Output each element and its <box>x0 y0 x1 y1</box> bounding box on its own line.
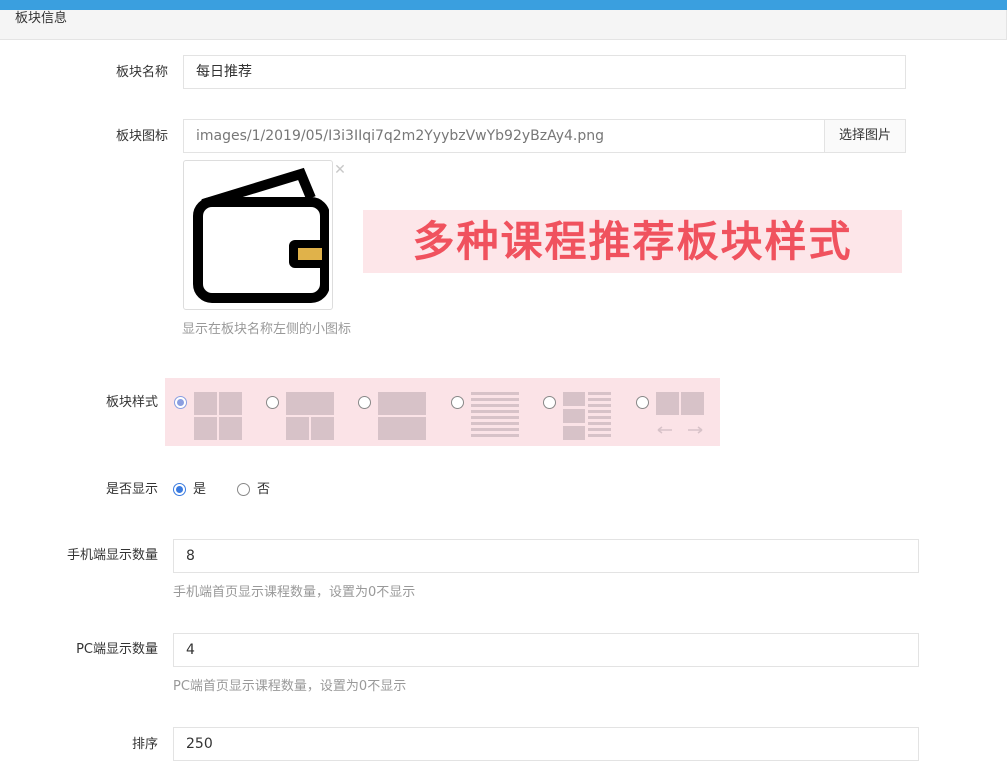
section-title: 板块信息 <box>15 11 68 26</box>
show-yes-label[interactable]: 是 <box>193 482 206 498</box>
sort-label: 排序 <box>131 737 158 752</box>
style-radio-4[interactable] <box>451 396 464 409</box>
style-option-grid-2x2[interactable] <box>165 378 257 446</box>
mobile-count-help: 手机端首页显示课程数量，设置为0不显示 <box>173 585 416 600</box>
select-image-button[interactable]: 选择图片 <box>824 119 906 153</box>
section-header: 板块信息 <box>0 10 1007 40</box>
pc-count-label: PC端显示数量 <box>76 642 158 657</box>
style-option-grid-with-list[interactable] <box>534 378 626 446</box>
icon-preview <box>183 160 333 310</box>
pc-count-help: PC端首页显示课程数量，设置为0不显示 <box>173 679 407 694</box>
layout-text-list-icon <box>471 392 521 442</box>
style-option-text-list[interactable] <box>442 378 534 446</box>
style-option-swipe-2[interactable] <box>627 378 719 446</box>
style-radio-6[interactable] <box>636 396 649 409</box>
show-label: 是否显示 <box>105 482 158 497</box>
show-yes-radio[interactable] <box>173 483 186 496</box>
pc-count-input[interactable]: 4 <box>173 633 919 667</box>
block-icon-help: 显示在板块名称左侧的小图标 <box>182 322 352 337</box>
block-name-input[interactable]: 每日推荐 <box>183 55 906 89</box>
mobile-count-label: 手机端显示数量 <box>66 548 158 563</box>
style-option-two-wide-rows[interactable] <box>349 378 441 446</box>
block-icon-path-input[interactable]: images/1/2019/05/I3i3IIqi7q2m2YyybzVwYb9… <box>183 119 825 153</box>
block-name-label: 板块名称 <box>115 65 168 80</box>
block-style-options <box>165 378 720 446</box>
show-no-radio[interactable] <box>237 483 250 496</box>
top-accent-bar <box>0 0 1007 10</box>
layout-swipe-2-icon <box>656 392 706 442</box>
block-style-label: 板块样式 <box>105 395 158 410</box>
swipe-arrows-icon <box>657 426 703 434</box>
style-radio-3[interactable] <box>358 396 371 409</box>
promo-banner-text: 多种课程推荐板块样式 <box>412 217 853 266</box>
style-radio-5[interactable] <box>543 396 556 409</box>
show-no-label[interactable]: 否 <box>257 482 270 498</box>
sort-input[interactable]: 250 <box>173 727 919 761</box>
wallet-icon <box>193 167 329 303</box>
style-radio-1[interactable] <box>174 396 187 409</box>
remove-image-icon[interactable]: ✕ <box>333 163 347 177</box>
layout-grid-2x2-icon <box>194 392 244 442</box>
style-radio-2[interactable] <box>266 396 279 409</box>
layout-grid-with-list-icon <box>563 392 613 442</box>
layout-two-wide-rows-icon <box>378 392 428 442</box>
layout-banner-over-2-icon <box>286 392 336 442</box>
promo-banner: 多种课程推荐板块样式 <box>363 210 902 273</box>
mobile-count-input[interactable]: 8 <box>173 539 919 573</box>
block-icon-label: 板块图标 <box>115 129 168 144</box>
style-option-banner-over-2[interactable] <box>257 378 349 446</box>
